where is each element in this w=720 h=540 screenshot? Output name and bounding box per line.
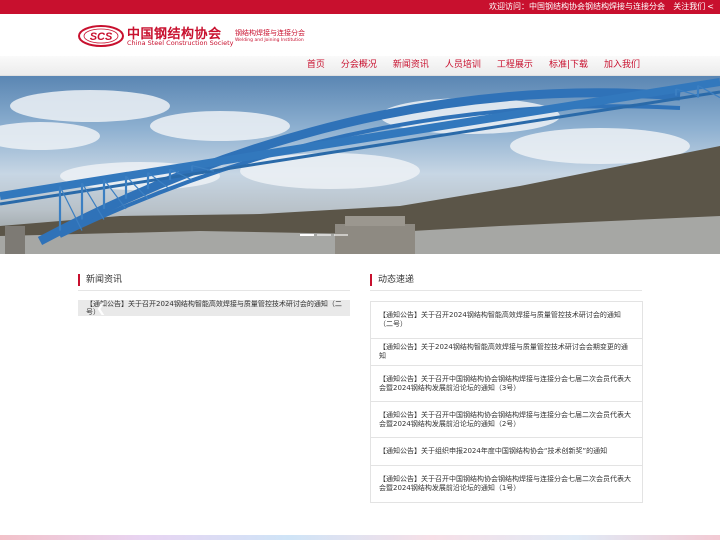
follow-us-label: 关注我们 <box>673 2 706 11</box>
nav-item-join-us[interactable]: 加入我们 <box>604 56 640 76</box>
bridge-photo <box>0 78 720 254</box>
list-item[interactable]: 【通知公告】关于2024钢结构智能高效焊接与质量管控技术研讨会会期变更的通知 <box>371 339 642 366</box>
list-item[interactable]: 【通知公告】关于召开中国钢结构协会钢结构焊接与连接分会七届二次会员代表大会暨20… <box>371 466 642 502</box>
site-logo[interactable]: SCS 中国钢结构协会 China Steel Construction Soc… <box>78 23 308 49</box>
bridge-pier <box>335 224 415 254</box>
scs-logo-icon: SCS <box>78 25 124 47</box>
slider-dot[interactable] <box>300 234 314 236</box>
main-nav: 首页 分会概况 新闻资讯 人员培训 工程展示 标准|下载 加入我们 <box>0 56 720 76</box>
logo-badge-text: SCS <box>90 31 113 43</box>
logo-sub-cn: 钢结构焊接与连接分会 <box>235 29 305 37</box>
nav-item-home[interactable]: 首页 <box>307 56 325 76</box>
nav-item-training[interactable]: 人员培训 <box>445 56 481 76</box>
nav-item-news[interactable]: 新闻资讯 <box>393 56 429 76</box>
list-item[interactable]: 【通知公告】关于召开中国钢结构协会钢结构焊接与连接分会七届二次会员代表大会暨20… <box>371 402 642 438</box>
site-header: SCS 中国钢结构协会 China Steel Construction Soc… <box>0 14 720 56</box>
news-slide-text[interactable]: 【通知公告】关于召开2024钢结构智能高效焊接与质量管控技术研讨会的通知（二号） <box>86 300 344 316</box>
news-divider <box>78 290 350 291</box>
list-item[interactable]: 【通知公告】关于召开2024钢结构智能高效焊接与质量管控技术研讨会的通知（二号） <box>371 302 642 339</box>
dynamics-divider <box>370 290 642 291</box>
list-item[interactable]: 【通知公告】关于组织申报2024年度中国钢结构协会“技术创新奖”的通知 <box>371 438 642 466</box>
nav-item-standards-download[interactable]: 标准|下载 <box>549 56 588 76</box>
news-section-title: 新闻资讯 <box>78 274 122 286</box>
share-icon[interactable]: < <box>707 0 714 14</box>
nav-item-projects[interactable]: 工程展示 <box>497 56 533 76</box>
logo-sub-en: Welding and Joining Institution <box>235 38 304 43</box>
footer-decor-strip <box>0 535 720 540</box>
left-pier <box>5 226 25 254</box>
hero-banner[interactable] <box>0 76 720 254</box>
chevron-left-icon[interactable]: ❮ <box>96 300 106 316</box>
dynamics-list: 【通知公告】关于召开2024钢结构智能高效焊接与质量管控技术研讨会的通知（二号）… <box>370 301 643 503</box>
dynamics-section-title: 动态速递 <box>370 274 414 286</box>
welcome-text: 欢迎访问：中国钢结构协会钢结构焊接与连接分会 <box>489 2 665 11</box>
top-bar: 欢迎访问：中国钢结构协会钢结构焊接与连接分会 关注我们 < <box>0 0 720 14</box>
list-item[interactable]: 【通知公告】关于召开中国钢结构协会钢结构焊接与连接分会七届二次会员代表大会暨20… <box>371 366 642 402</box>
slider-dot[interactable] <box>317 234 331 236</box>
slider-dot[interactable] <box>334 234 348 236</box>
slider-dots <box>300 234 351 236</box>
nav-item-overview[interactable]: 分会概况 <box>341 56 377 76</box>
logo-name-en: China Steel Construction Society <box>127 39 234 47</box>
news-carousel[interactable]: 【通知公告】关于召开2024钢结构智能高效焊接与质量管控技术研讨会的通知（二号）… <box>78 300 350 316</box>
follow-us-link[interactable]: 关注我们 < <box>673 0 714 14</box>
